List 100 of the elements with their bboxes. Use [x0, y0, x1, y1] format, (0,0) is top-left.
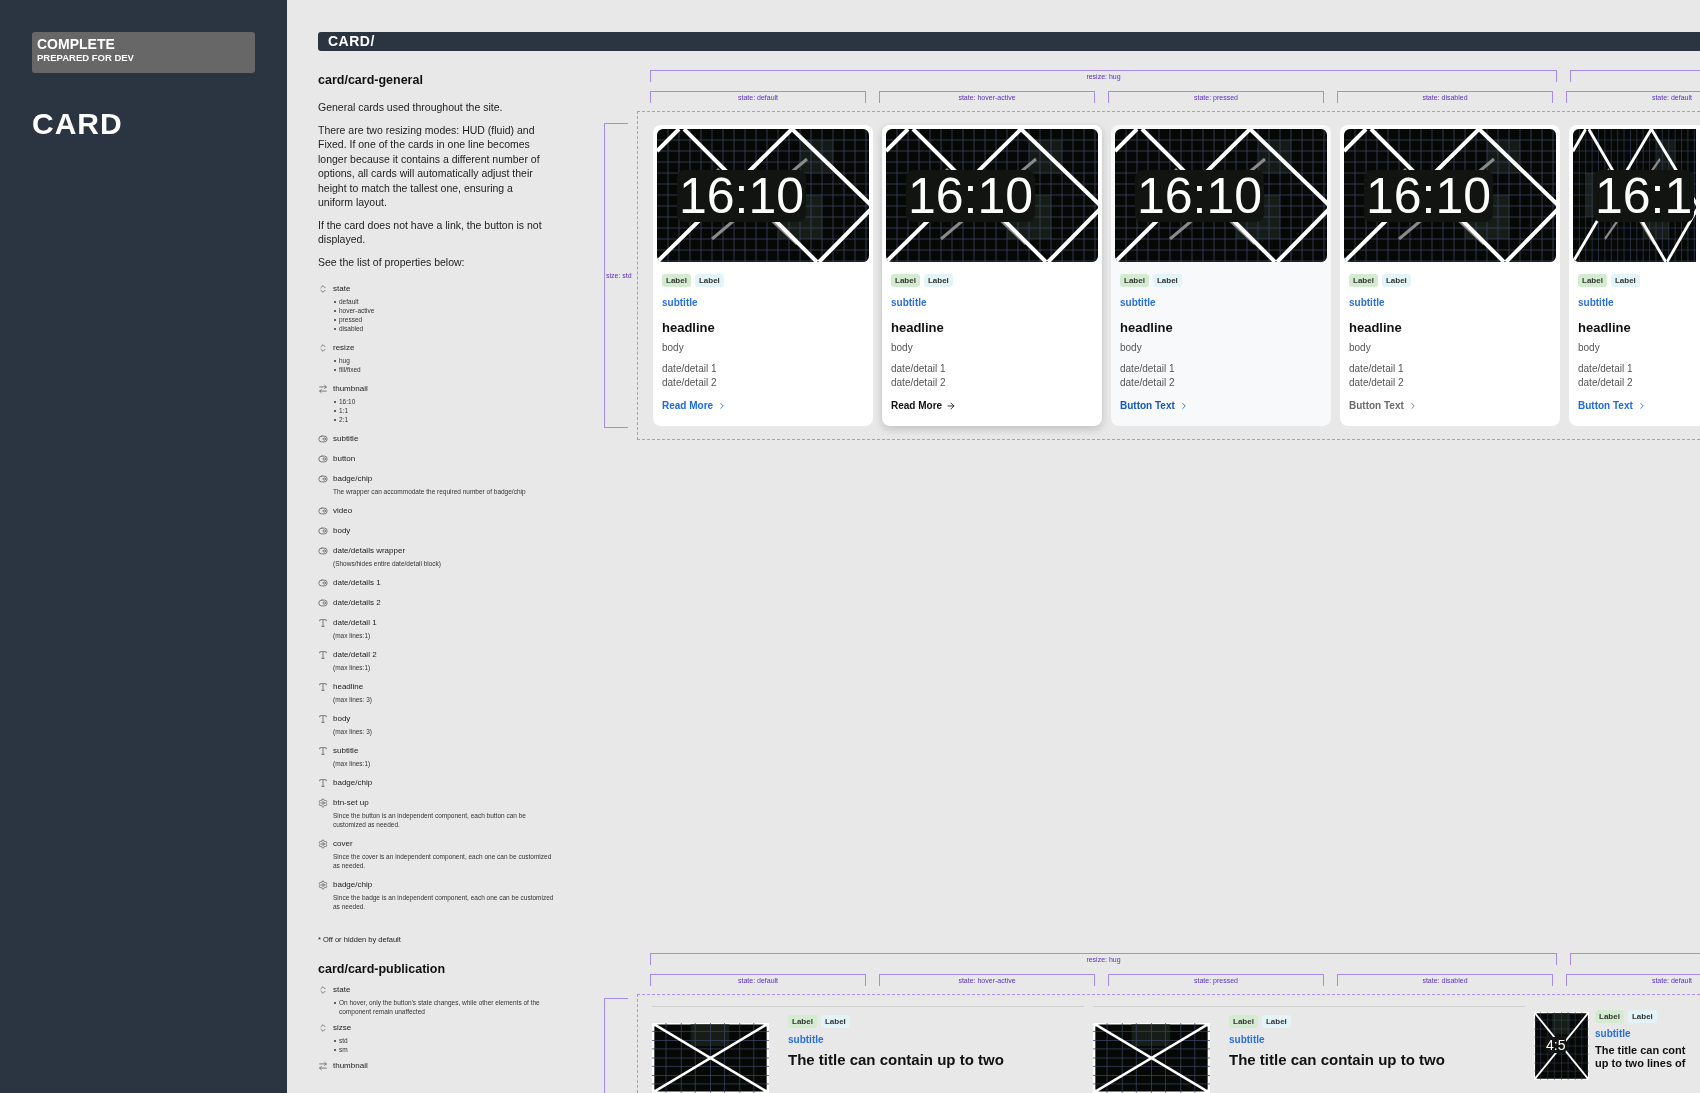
label-chip: Label: [891, 274, 920, 287]
property-name: body: [333, 526, 351, 536]
property-name: headline: [333, 682, 364, 692]
description-paragraph: General cards used throughout the site.: [318, 100, 504, 115]
card-body: body: [662, 341, 684, 354]
property-name: date/details 2: [333, 598, 381, 608]
variant-icon: [318, 985, 328, 995]
text-icon: [318, 682, 328, 692]
toggle-icon: [318, 578, 328, 588]
card-detail: date/detail 2: [1349, 376, 1404, 390]
card-subtitle: subtitle: [788, 1034, 824, 1046]
page-title: CARD: [32, 107, 124, 141]
card-detail: date/detail 2: [662, 376, 717, 390]
section-title: card/card-general: [318, 72, 424, 88]
text-icon: [318, 650, 328, 660]
card-body: body: [1578, 341, 1600, 354]
card-detail: date/detail 2: [1120, 376, 1175, 390]
toggle-icon: [318, 434, 328, 444]
swap-icon: [318, 1061, 328, 1071]
card-link-button[interactable]: Button Text: [1578, 400, 1647, 412]
card-subtitle: subtitle: [891, 297, 927, 309]
aspect-ratio-label: 16:10: [1135, 169, 1265, 222]
card-headline: headline: [662, 320, 715, 336]
property-name: btn-set up: [333, 798, 369, 808]
status-title: COMPLETE: [37, 36, 116, 52]
card-headline: headline: [1120, 320, 1173, 336]
card-headline: headline: [1578, 320, 1631, 336]
aspect-ratio-label: 16:10: [677, 169, 807, 222]
card-headline: headline: [1349, 320, 1402, 336]
card-body: body: [891, 341, 913, 354]
property-name: sizse: [333, 1023, 352, 1033]
toggle-icon: [318, 474, 328, 484]
settings-icon: [318, 839, 328, 849]
label-chip: Label: [662, 274, 691, 287]
card-subtitle: subtitle: [1578, 297, 1614, 309]
description-paragraph: See the list of properties below:: [318, 254, 466, 269]
card-detail: date/detail 1: [662, 362, 717, 376]
label-chip: Label: [923, 274, 953, 287]
card[interactable]: 16:10 Label Label subtitle headline body date/detail 1 date/detail 2 Read More: [882, 125, 1102, 426]
property-name: state: [333, 284, 351, 294]
card-link-button[interactable]: Read More: [891, 400, 957, 412]
text-icon: [318, 746, 328, 756]
card-title: The title can cont: [1595, 1044, 1686, 1057]
property-name: date/detail 2: [333, 650, 377, 660]
status-subtitle: PREPARED FOR DEV: [37, 52, 135, 64]
property-name: date/details 1: [333, 578, 381, 588]
property-name: subtitle: [333, 746, 359, 756]
aspect-ratio-label: 16:1: [1593, 169, 1695, 222]
card-subtitle: subtitle: [1229, 1034, 1265, 1046]
property-name: badge/chip: [333, 474, 373, 484]
variant-icon: [318, 343, 328, 353]
property-name: badge/chip: [333, 880, 373, 890]
label-chip: Label: [1381, 274, 1411, 287]
card-body: body: [1120, 341, 1142, 354]
card[interactable]: 16:10 Label Label subtitle headline body date/detail 1 date/detail 2 Read More: [653, 125, 873, 426]
card-detail: date/detail 1: [1349, 362, 1404, 376]
card-body: body: [1349, 341, 1371, 354]
card[interactable]: 16:10 Label Label subtitle headline body date/detail 1 date/detail 2 Button Text: [1111, 125, 1331, 426]
card-detail: date/detail 1: [891, 362, 946, 376]
variant-icon: [318, 1023, 328, 1033]
toggle-icon: [318, 454, 328, 464]
label-chip: Label: [788, 1015, 817, 1028]
property-name: date/details wrapper: [333, 546, 406, 556]
property-name: button: [333, 454, 356, 464]
card-title: The title can contain up to two: [1229, 1052, 1445, 1068]
label-chip: Label: [694, 274, 724, 287]
property-name: thumbnail: [333, 384, 368, 394]
card-subtitle: subtitle: [1595, 1028, 1631, 1040]
aspect-ratio-label: 4:5: [1545, 1037, 1567, 1053]
card-detail: date/detail 2: [891, 376, 946, 390]
card-title: The title can contain up to two: [788, 1052, 1004, 1068]
swap-icon: [318, 384, 328, 394]
property-name: cover: [333, 839, 353, 849]
card-link-button[interactable]: Read More: [662, 400, 728, 412]
property-name: body: [333, 714, 351, 724]
aspect-ratio-label: 16:10: [1364, 169, 1494, 222]
property-name: date/detail 1: [333, 618, 377, 628]
variant-icon: [318, 284, 328, 294]
toggle-icon: [318, 598, 328, 608]
toggle-icon: [318, 546, 328, 556]
label-chip: Label: [1610, 274, 1640, 287]
settings-icon: [318, 880, 328, 890]
property-name: video: [333, 506, 353, 516]
label-chip: Label: [1595, 1010, 1624, 1023]
card-subtitle: subtitle: [662, 297, 698, 309]
card-detail: date/detail 1: [1120, 362, 1175, 376]
property-name: badge/chip: [333, 778, 373, 788]
card[interactable]: 16:1 Label Label subtitle headline body date/detail 1 date/detail 2 Button Text: [1569, 125, 1700, 426]
card-subtitle: subtitle: [1349, 297, 1385, 309]
section-title: card/card-publication: [318, 961, 447, 977]
text-icon: [318, 714, 328, 724]
card-link-button[interactable]: Button Text: [1120, 400, 1189, 412]
aspect-ratio-label: 16:10: [906, 169, 1036, 222]
property-name: subtitle: [333, 434, 359, 444]
property-name: thumbnail: [333, 1061, 368, 1071]
label-chip: Label: [1229, 1015, 1258, 1028]
property-name: resize: [333, 343, 355, 353]
card-title: up to two lines of: [1595, 1057, 1686, 1070]
text-icon: [318, 778, 328, 788]
label-chip: Label: [1261, 1015, 1291, 1028]
